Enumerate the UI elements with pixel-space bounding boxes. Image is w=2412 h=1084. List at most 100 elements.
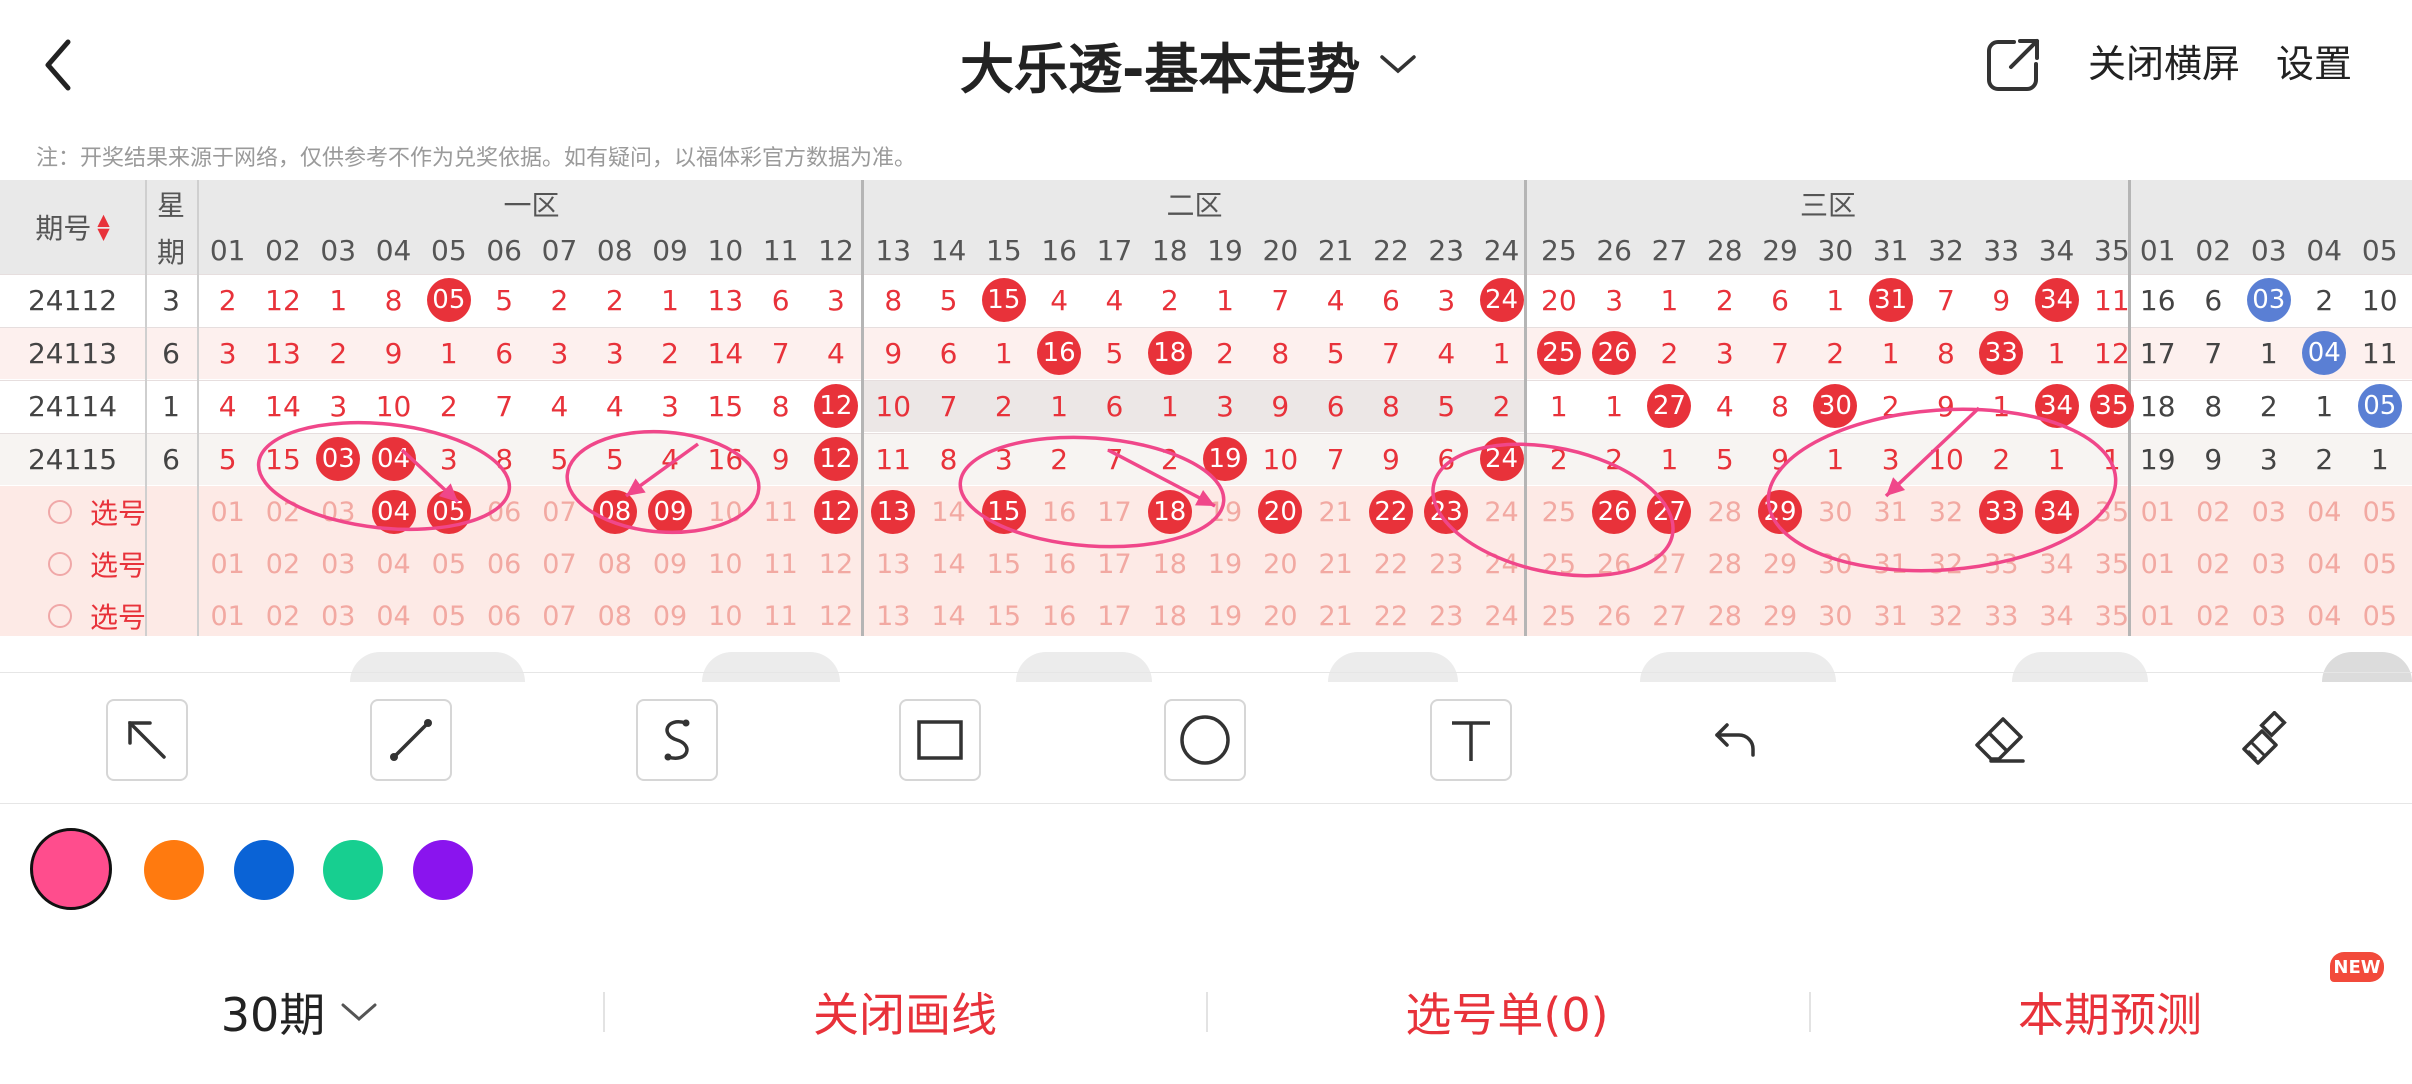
select-row-label[interactable]: 选号 [0, 590, 197, 636]
select-number[interactable]: 14 [921, 590, 976, 636]
select-number[interactable]: 01 [200, 590, 255, 636]
select-number[interactable]: 29 [1752, 538, 1807, 590]
select-number[interactable]: 15 [976, 538, 1031, 590]
select-number[interactable]: 07 [532, 590, 587, 636]
select-number[interactable]: 08 [587, 590, 642, 636]
select-number[interactable]: 25 [1531, 590, 1586, 636]
select-number[interactable]: 15 [976, 590, 1031, 636]
select-number[interactable]: 27 [1642, 590, 1697, 636]
select-number[interactable]: 28 [1697, 538, 1752, 590]
select-number[interactable]: 01 [2130, 486, 2186, 538]
select-number[interactable]: 17 [1087, 538, 1142, 590]
select-number[interactable]: 04 [366, 590, 421, 636]
select-number[interactable]: 03 [311, 486, 366, 538]
select-number[interactable]: 13 [866, 538, 921, 590]
select-number[interactable]: 05 [421, 590, 476, 636]
color-swatch-pink[interactable] [30, 828, 112, 910]
select-number[interactable]: 12 [808, 538, 863, 590]
select-number[interactable]: 21 [1308, 590, 1363, 636]
select-number[interactable]: 26 [1587, 590, 1642, 636]
select-number[interactable]: 26 [1587, 538, 1642, 590]
select-number[interactable]: 34 [2029, 538, 2084, 590]
select-number[interactable]: 19 [1197, 486, 1252, 538]
select-number[interactable]: 02 [2186, 590, 2242, 636]
select-number[interactable]: 11 [753, 486, 808, 538]
select-number[interactable]: 07 [532, 538, 587, 590]
select-number[interactable]: 32 [1918, 486, 1973, 538]
select-number[interactable]: 22 [1363, 538, 1418, 590]
select-number[interactable]: 33 [1974, 538, 2029, 590]
select-number[interactable]: 34 [2029, 590, 2084, 636]
clear-brush-icon[interactable] [2224, 699, 2306, 781]
line-tool-icon[interactable] [370, 699, 452, 781]
select-number[interactable]: 10 [698, 590, 753, 636]
select-number[interactable]: 31 [1863, 486, 1918, 538]
select-number[interactable]: 18 [1142, 538, 1197, 590]
select-number[interactable]: 28 [1697, 486, 1752, 538]
color-swatch-blue[interactable] [234, 840, 294, 900]
select-number[interactable]: 02 [2186, 538, 2242, 590]
select-number[interactable]: 04 [2297, 590, 2353, 636]
select-number[interactable]: 14 [921, 538, 976, 590]
close-landscape-button[interactable]: 关闭横屏 [2088, 36, 2240, 92]
select-number[interactable]: 17 [1087, 590, 1142, 636]
select-number[interactable]: 32 [1918, 590, 1973, 636]
select-number[interactable]: 03 [2241, 590, 2297, 636]
select-number[interactable]: 03 [2241, 538, 2297, 590]
select-number[interactable]: 05 [2352, 486, 2408, 538]
select-number[interactable]: 06 [477, 590, 532, 636]
select-number[interactable]: 24 [1474, 590, 1529, 636]
select-number[interactable]: 04 [366, 538, 421, 590]
select-number[interactable]: 12 [808, 590, 863, 636]
select-number[interactable]: 02 [255, 590, 310, 636]
select-number[interactable]: 25 [1531, 538, 1586, 590]
select-number[interactable]: 01 [200, 486, 255, 538]
select-number[interactable]: 33 [1974, 590, 2029, 636]
select-number[interactable]: 02 [2186, 486, 2242, 538]
undo-icon[interactable] [1695, 699, 1777, 781]
select-number[interactable]: 20 [1253, 590, 1308, 636]
select-number[interactable]: 24 [1474, 486, 1529, 538]
select-number[interactable]: 18 [1142, 590, 1197, 636]
select-number[interactable]: 13 [866, 590, 921, 636]
select-number[interactable]: 32 [1918, 538, 1973, 590]
select-number[interactable]: 16 [1032, 486, 1087, 538]
curve-tool-icon[interactable] [636, 699, 718, 781]
select-number[interactable]: 16 [1032, 538, 1087, 590]
select-number[interactable]: 31 [1863, 538, 1918, 590]
select-number[interactable]: 07 [532, 486, 587, 538]
page-title[interactable]: 大乐透-基本走势 [960, 24, 1418, 104]
select-number[interactable]: 28 [1697, 590, 1752, 636]
eraser-icon[interactable] [1958, 699, 2040, 781]
select-number[interactable]: 08 [587, 538, 642, 590]
share-icon[interactable] [1984, 36, 2042, 94]
select-number[interactable]: 05 [2352, 538, 2408, 590]
select-number[interactable]: 31 [1863, 590, 1918, 636]
select-number[interactable]: 23 [1419, 538, 1474, 590]
select-number[interactable]: 22 [1363, 590, 1418, 636]
select-number[interactable]: 19 [1197, 590, 1252, 636]
select-number[interactable]: 09 [642, 590, 697, 636]
select-number[interactable]: 11 [753, 590, 808, 636]
select-number[interactable]: 23 [1419, 590, 1474, 636]
select-number[interactable]: 05 [2352, 590, 2408, 636]
select-number[interactable]: 05 [421, 538, 476, 590]
select-number[interactable]: 10 [698, 538, 753, 590]
select-row-label[interactable]: 选号 [0, 538, 197, 590]
select-number[interactable]: 06 [477, 486, 532, 538]
selection-list-button[interactable]: 选号单(0) [1307, 940, 1707, 1084]
rectangle-tool-icon[interactable] [899, 699, 981, 781]
select-number[interactable]: 27 [1642, 538, 1697, 590]
select-row-label[interactable]: 选号 [0, 486, 197, 538]
select-number[interactable]: 19 [1197, 538, 1252, 590]
select-number[interactable]: 29 [1752, 590, 1807, 636]
select-number[interactable]: 21 [1308, 486, 1363, 538]
color-swatch-purple[interactable] [413, 840, 473, 900]
color-swatch-green[interactable] [323, 840, 383, 900]
select-number[interactable]: 10 [698, 486, 753, 538]
select-number[interactable]: 01 [200, 538, 255, 590]
color-swatch-orange[interactable] [144, 840, 204, 900]
select-number[interactable]: 30 [1808, 538, 1863, 590]
select-number[interactable]: 14 [921, 486, 976, 538]
select-number[interactable]: 01 [2130, 538, 2186, 590]
